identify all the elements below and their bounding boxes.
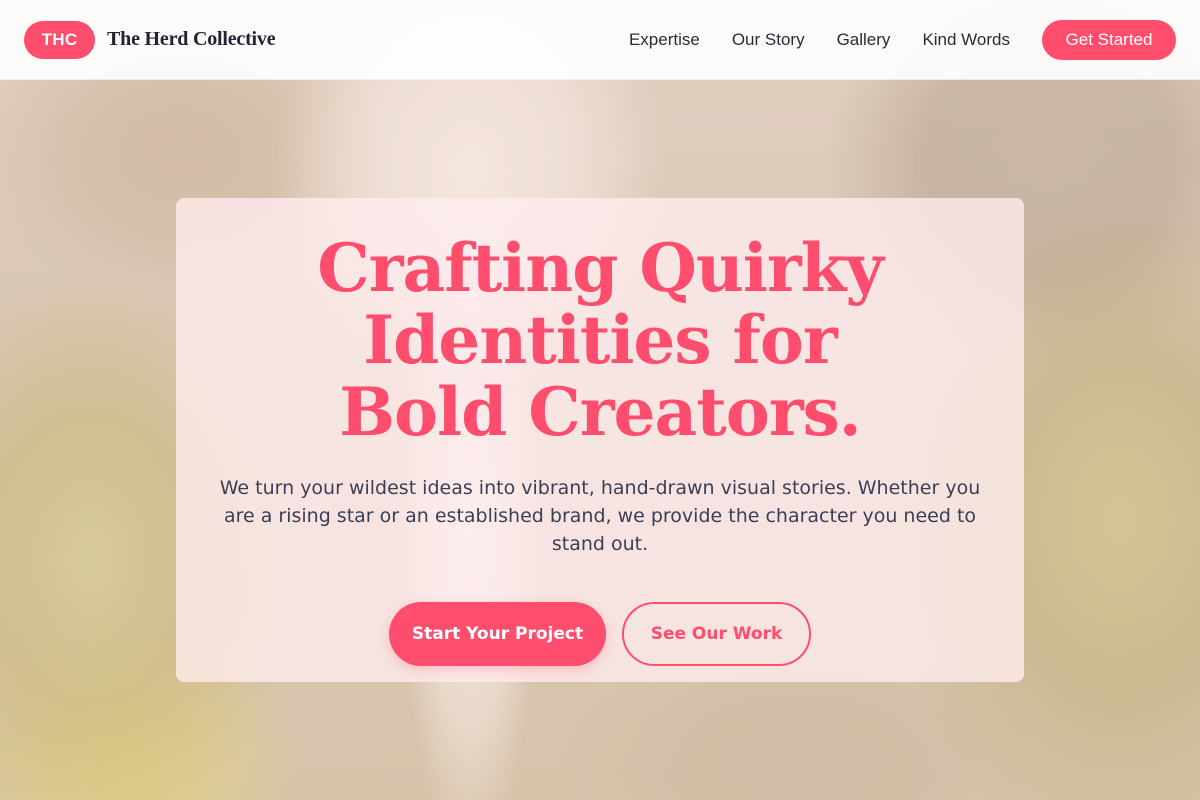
nav-link-gallery[interactable]: Gallery [837, 30, 891, 50]
brand-name[interactable]: The Herd Collective [107, 28, 276, 51]
logo-badge[interactable]: THC [24, 20, 95, 59]
site-header: THC The Herd Collective Expertise Our St… [0, 0, 1200, 80]
main-nav: Expertise Our Story Gallery Kind Words G… [629, 19, 1176, 60]
hero-subtitle: We turn your wildest ideas into vibrant,… [219, 477, 981, 555]
get-started-button[interactable]: Get Started [1042, 19, 1176, 60]
hero-card: Crafting Quirky Identities for Bold Crea… [176, 198, 1024, 682]
nav-link-our-story[interactable]: Our Story [732, 30, 805, 50]
see-our-work-button[interactable]: See Our Work [622, 602, 811, 666]
nav-link-expertise[interactable]: Expertise [629, 30, 700, 50]
start-project-button[interactable]: Start Your Project [389, 602, 606, 666]
hero-title: Crafting Quirky Identities for Bold Crea… [317, 229, 884, 451]
nav-link-kind-words[interactable]: Kind Words [922, 30, 1010, 50]
hero-actions: Start Your Project See Our Work [176, 602, 1024, 666]
